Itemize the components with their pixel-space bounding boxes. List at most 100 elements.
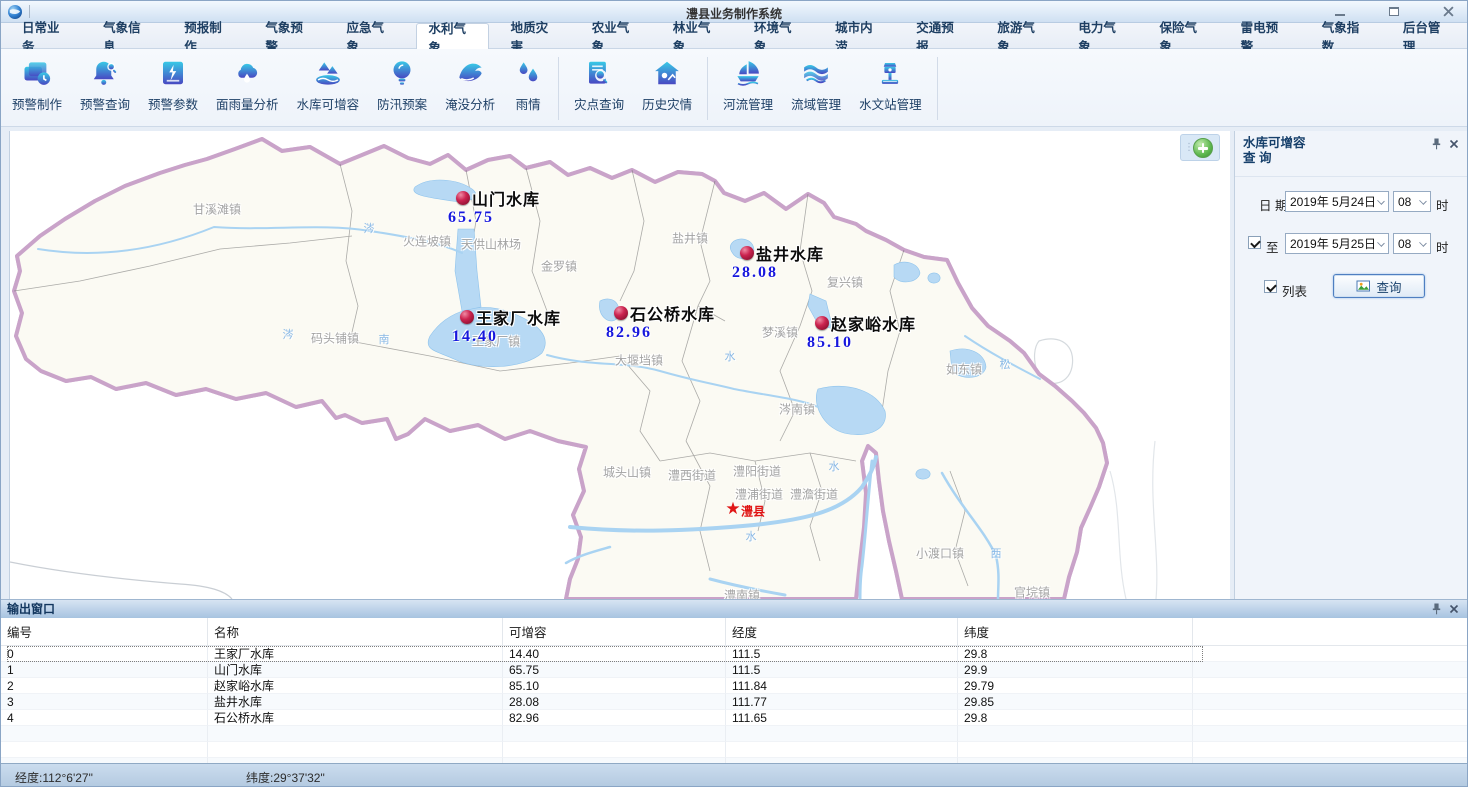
menu-item-预报制作[interactable]: 预报制作: [172, 23, 243, 48]
menu-item-气象信息[interactable]: 气象信息: [91, 23, 162, 48]
toolbar-button-水库可增容[interactable]: 水库可增容: [289, 55, 368, 116]
pin-icon[interactable]: [1429, 137, 1443, 151]
table-header-row: 编号名称可增容经度纬度: [1, 618, 1468, 646]
query-button-icon: [1356, 279, 1371, 293]
column-header-可增容[interactable]: 可增容: [503, 618, 726, 645]
toolbar: 预警制作预警查询预警参数面雨量分析水库可增容防汛预案淹没分析雨情 灾点查询历史灾情…: [1, 49, 1467, 127]
map[interactable]: 甘溪滩镇火连坡镇天供山林场金罗镇盐井镇复兴镇码头铺镇王家厂镇梦溪镇大堰垱镇如东镇…: [9, 131, 1230, 599]
cell-filler: [1193, 726, 1468, 742]
menu-item-气象指数[interactable]: 气象指数: [1310, 23, 1381, 48]
cell: 29.79: [958, 678, 1193, 694]
date-from-row: 日 期 2019年 5月24日 08 时: [1235, 191, 1468, 213]
reservoir-marker-石公桥水库[interactable]: [614, 306, 628, 320]
toolbar-button-label: 河流管理: [723, 94, 773, 113]
menu-item-交通预报[interactable]: 交通预报: [904, 23, 975, 48]
menu-item-气象预警[interactable]: 气象预警: [253, 23, 324, 48]
menu-item-电力气象[interactable]: 电力气象: [1066, 23, 1137, 48]
hydro-station-icon: [875, 58, 905, 88]
cell: [726, 742, 958, 758]
toolbar-button-label: 水库可增容: [297, 94, 360, 113]
reservoir-marker-盐井水库[interactable]: [740, 246, 754, 260]
submerge-icon: [455, 58, 485, 88]
menu-item-保险气象[interactable]: 保险气象: [1148, 23, 1219, 48]
query-button[interactable]: 查询: [1333, 274, 1425, 298]
cell-filler: [1193, 742, 1468, 758]
date-to-select[interactable]: 2019年 5月25日: [1285, 233, 1389, 254]
toolbar-button-灾点查询[interactable]: 灾点查询: [566, 55, 632, 116]
cell-filler: [1193, 694, 1468, 710]
toolbar-button-预警制作[interactable]: 预警制作: [4, 55, 70, 116]
hour-suffix-label: 时: [1436, 195, 1449, 214]
table-row[interactable]: 2赵家峪水库85.10111.8429.79: [1, 678, 1468, 694]
reservoir-marker-赵家峪水库[interactable]: [815, 316, 829, 330]
toolbar-button-淹没分析[interactable]: 淹没分析: [437, 55, 503, 116]
menu-item-林业气象[interactable]: 林业气象: [661, 23, 732, 48]
menu-item-日常业务[interactable]: 日常业务: [10, 23, 81, 48]
reservoir-marker-王家厂水库[interactable]: [460, 310, 474, 324]
zoom-in-button[interactable]: [1193, 138, 1213, 158]
menu-item-后台管理[interactable]: 后台管理: [1391, 23, 1462, 48]
cell: 3: [1, 694, 208, 710]
toolbar-button-防汛预案[interactable]: 防汛预案: [369, 55, 435, 116]
alert-params-icon: [158, 58, 188, 88]
column-header-经度[interactable]: 经度: [726, 618, 958, 645]
to-checkbox[interactable]: [1248, 236, 1261, 249]
toolbar-button-水文站管理[interactable]: 水文站管理: [851, 55, 930, 116]
toolbar-button-面雨量分析[interactable]: 面雨量分析: [208, 55, 287, 116]
cell: 4: [1, 710, 208, 726]
table-row-empty[interactable]: [1, 742, 1468, 758]
menu-item-地质灾害[interactable]: 地质灾害: [499, 23, 570, 48]
cell: 82.96: [503, 710, 726, 726]
column-header-编号[interactable]: 编号: [1, 618, 208, 645]
menu-item-旅游气象[interactable]: 旅游气象: [985, 23, 1056, 48]
toolbar-button-label: 防汛预案: [377, 94, 427, 113]
reservoir-marker-山门水库[interactable]: [456, 191, 470, 205]
panel-title-line2: 查 询: [1243, 151, 1461, 166]
list-checkbox[interactable]: [1264, 280, 1277, 293]
cell: 29.8: [958, 646, 1193, 662]
toolbar-button-label: 预警参数: [148, 94, 198, 113]
cell: 85.10: [503, 678, 726, 694]
toolbar-button-历史灾情[interactable]: 历史灾情: [634, 55, 700, 116]
menu-item-环境气象[interactable]: 环境气象: [742, 23, 813, 48]
toolbar-button-预警参数[interactable]: 预警参数: [140, 55, 206, 116]
table-row[interactable]: 0王家厂水库14.40111.529.8: [1, 646, 1468, 662]
drag-grip-icon[interactable]: ⋮: [1184, 144, 1192, 152]
toolbar-button-label: 雨情: [516, 94, 541, 113]
cell: 1: [1, 662, 208, 678]
close-panel-icon[interactable]: [1447, 602, 1461, 616]
column-header-名称[interactable]: 名称: [208, 618, 503, 645]
hour-from-select[interactable]: 08: [1393, 191, 1431, 212]
menu-item-应急气象[interactable]: 应急气象: [334, 23, 405, 48]
menu-item-农业气象[interactable]: 农业气象: [580, 23, 651, 48]
toolbar-button-河流管理[interactable]: 河流管理: [715, 55, 781, 116]
hour-to-select[interactable]: 08: [1393, 233, 1431, 254]
menu-item-水利气象[interactable]: 水利气象: [416, 23, 489, 49]
cell-filler: [1193, 678, 1468, 694]
app-window: 澧县业务制作系统 日常业务气象信息预报制作气象预警应急气象水利气象地质灾害农业气…: [0, 0, 1468, 787]
toolbar-button-雨情[interactable]: 雨情: [505, 55, 551, 116]
toolbar-button-预警查询[interactable]: 预警查询: [72, 55, 138, 116]
disaster-history-icon: [652, 58, 682, 88]
toolbar-button-label: 面雨量分析: [216, 94, 279, 113]
toolbar-button-流域管理[interactable]: 流域管理: [783, 55, 849, 116]
table-row-empty[interactable]: [1, 726, 1468, 742]
menu-item-雷电预警[interactable]: 雷电预警: [1229, 23, 1300, 48]
column-header-filler: [1193, 618, 1468, 645]
pin-icon[interactable]: [1429, 602, 1443, 616]
toolbar-button-label: 预警查询: [80, 94, 130, 113]
cell: [1, 726, 208, 742]
rain-info-icon: [513, 58, 543, 88]
table-row[interactable]: 3盐井水库28.08111.7729.85: [1, 694, 1468, 710]
cell: 28.08: [503, 694, 726, 710]
menu-item-城市内涝[interactable]: 城市内涝: [823, 23, 894, 48]
to-label: 至: [1266, 237, 1279, 256]
chevron-down-icon: [1377, 197, 1385, 205]
disaster-search-icon: [584, 58, 614, 88]
cell: [208, 742, 503, 758]
date-from-select[interactable]: 2019年 5月24日: [1285, 191, 1389, 212]
table-row[interactable]: 1山门水库65.75111.529.9: [1, 662, 1468, 678]
table-row[interactable]: 4石公桥水库82.96111.6529.8: [1, 710, 1468, 726]
column-header-纬度[interactable]: 纬度: [958, 618, 1193, 645]
close-panel-icon[interactable]: [1447, 137, 1461, 151]
